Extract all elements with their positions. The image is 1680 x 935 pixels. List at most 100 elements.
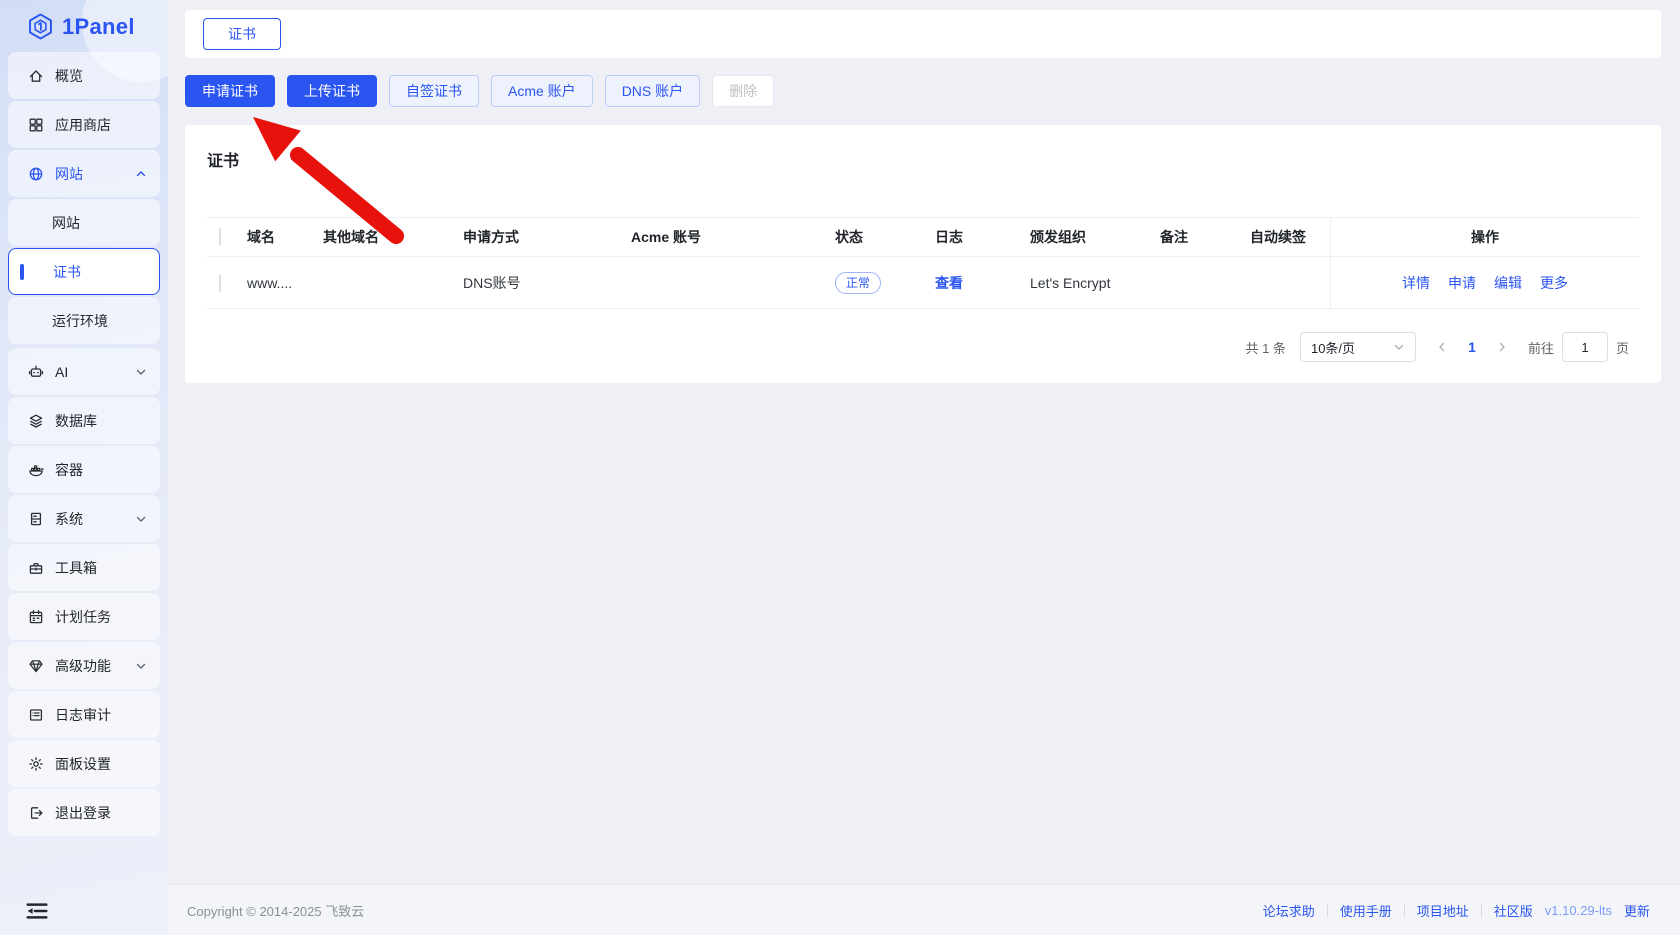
prev-page-icon[interactable] (1430, 335, 1454, 359)
footer-link-project[interactable]: 项目地址 (1417, 901, 1469, 920)
page-size-value: 10条/页 (1310, 340, 1356, 356)
sidebar-item-ai[interactable]: AI (8, 348, 160, 395)
status-badge: 正常 (835, 271, 882, 294)
sidebar-item-logout[interactable]: 退出登录 (8, 789, 160, 836)
page-size-select[interactable]: 10条/页 (1299, 332, 1416, 362)
selfsign-cert-button[interactable]: 自签证书 (389, 75, 479, 107)
database-layers-icon (28, 413, 44, 429)
tab-certificate[interactable]: 证书 (203, 18, 281, 50)
sidebar-item-label: 运行环境 (52, 312, 108, 329)
col-auto-renew: 自动续签 (1250, 229, 1306, 245)
next-page-icon[interactable] (1490, 335, 1514, 359)
sidebar-item-label: 日志审计 (55, 706, 111, 723)
action-detail[interactable]: 详情 (1402, 273, 1430, 293)
sidebar-item-label: 网站 (55, 165, 83, 182)
sidebar-collapse-icon[interactable] (26, 902, 48, 920)
dns-account-button[interactable]: DNS 账户 (604, 75, 701, 107)
sidebar-item-appstore[interactable]: 应用商店 (8, 101, 160, 148)
row-checkbox[interactable] (219, 273, 221, 292)
certificate-table: 域名 其他域名 申请方式 Acme 账号 状态 日志 颁发组织 备注 自动续签 … (207, 217, 1639, 309)
page-number-current[interactable]: 1 (1460, 339, 1484, 355)
chevron-up-icon (135, 168, 147, 180)
action-edit[interactable]: 编辑 (1494, 273, 1522, 293)
col-actions: 操作 (1330, 218, 1639, 256)
sidebar-item-label: 数据库 (55, 412, 97, 429)
select-all-checkbox[interactable] (219, 228, 221, 246)
calendar-icon (28, 609, 44, 625)
version-text: v1.10.29-lts (1544, 902, 1612, 918)
sidebar-item-certificate[interactable]: 证书 (8, 248, 160, 295)
sidebar-item-log-audit[interactable]: 日志审计 (8, 691, 160, 738)
sidebar-item-system[interactable]: 系统 (8, 495, 160, 542)
delete-button[interactable]: 删除 (712, 75, 775, 107)
sidebar-item-label: 网站 (52, 214, 80, 231)
sidebar-item-website[interactable]: 网站 (8, 150, 160, 197)
acme-account-button[interactable]: Acme 账户 (491, 75, 593, 107)
chevron-down-icon (135, 660, 147, 672)
row-apply-method: DNS账号 (463, 274, 521, 291)
sidebar-item-website-sub[interactable]: 网站 (8, 199, 160, 246)
footer: Copyright © 2014-2025 飞致云 论坛求助 使用手册 项目地址… (168, 884, 1680, 935)
robot-icon (28, 364, 44, 380)
col-acme-account: Acme 账号 (631, 229, 702, 245)
chevron-down-icon (135, 366, 147, 378)
footer-link-edition[interactable]: 社区版 (1494, 901, 1533, 920)
pagination: 共 1 条 10条/页 1 前往 页 (207, 331, 1639, 363)
sidebar-item-runtime[interactable]: 运行环境 (8, 297, 160, 344)
footer-link-forum[interactable]: 论坛求助 (1263, 901, 1315, 920)
col-apply-method: 申请方式 (463, 229, 519, 245)
certificate-card: 证书 域名 其他域名 申请方式 Acme 账号 状态 日志 颁发组织 备注 自动… (185, 125, 1661, 383)
logout-icon (28, 805, 44, 821)
divider (1480, 903, 1482, 917)
sidebar-item-label: 计划任务 (55, 608, 111, 625)
footer-link-update[interactable]: 更新 (1624, 901, 1650, 920)
brand-name: 1Panel (62, 13, 135, 39)
col-issuer: 颁发组织 (1030, 229, 1086, 245)
chevron-down-icon (1393, 341, 1405, 353)
apply-cert-button[interactable]: 申请证书 (185, 75, 275, 107)
sidebar-item-panel-settings[interactable]: 面板设置 (8, 740, 160, 787)
sidebar-item-label: 系统 (55, 510, 83, 527)
sidebar-item-overview[interactable]: 概览 (8, 52, 160, 99)
sidebar-item-database[interactable]: 数据库 (8, 397, 160, 444)
audit-list-icon (28, 707, 44, 723)
tab-bar: 证书 (185, 10, 1661, 58)
goto-page-input[interactable] (1561, 332, 1608, 362)
home-icon (28, 68, 44, 84)
sidebar-item-label: 工具箱 (55, 559, 97, 576)
view-log-link[interactable]: 查看 (935, 275, 963, 291)
brand-logo: 1Panel (0, 0, 168, 50)
sidebar-item-label: 高级功能 (55, 657, 111, 674)
copyright-text: Copyright © 2014-2025 飞致云 (187, 903, 365, 919)
col-note: 备注 (1160, 229, 1188, 245)
sidebar-item-cron[interactable]: 计划任务 (8, 593, 160, 640)
sidebar-item-container[interactable]: 容器 (8, 446, 160, 493)
divider (1403, 903, 1405, 917)
divider (1326, 903, 1328, 917)
chevron-down-icon (135, 513, 147, 525)
col-log: 日志 (935, 229, 963, 245)
card-title: 证书 (207, 153, 240, 170)
sidebar-item-label: 应用商店 (55, 116, 111, 133)
goto-unit: 页 (1615, 340, 1629, 356)
action-more[interactable]: 更多 (1540, 273, 1568, 293)
sidebar-item-advanced[interactable]: 高级功能 (8, 642, 160, 689)
footer-link-manual[interactable]: 使用手册 (1340, 901, 1392, 920)
footer-links: 论坛求助 使用手册 项目地址 社区版 v1.10.29-lts 更新 (1263, 901, 1650, 920)
row-domain: www.... (247, 274, 293, 291)
col-domain: 域名 (247, 229, 275, 245)
main-content: 证书 申请证书 上传证书 自签证书 Acme 账户 DNS 账户 删除 证书 域… (168, 0, 1680, 935)
table-header-row: 域名 其他域名 申请方式 Acme 账号 状态 日志 颁发组织 备注 自动续签 … (207, 217, 1639, 257)
upload-cert-button[interactable]: 上传证书 (287, 75, 377, 107)
sidebar-item-label: 面板设置 (55, 755, 111, 772)
action-apply[interactable]: 申请 (1448, 273, 1476, 293)
1panel-logo-icon (26, 12, 55, 41)
pagination-total: 共 1 条 (1245, 340, 1286, 356)
appstore-icon (28, 117, 44, 133)
diamond-icon (28, 658, 44, 674)
table-row: www.... DNS账号 正常 查看 Let's Encrypt 详情 申请 … (207, 257, 1639, 309)
sidebar-item-toolbox[interactable]: 工具箱 (8, 544, 160, 591)
container-docker-icon (28, 462, 44, 478)
goto-label: 前往 (1527, 340, 1554, 356)
active-indicator-bar (20, 263, 24, 280)
